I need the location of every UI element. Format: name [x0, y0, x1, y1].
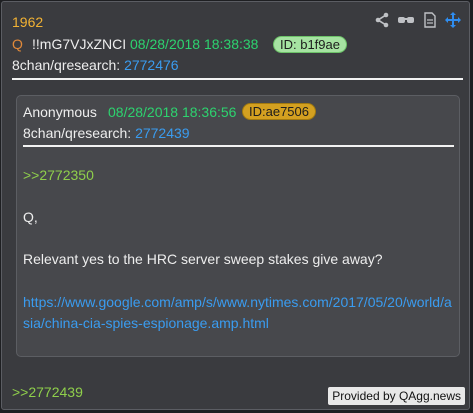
quoted-divider [23, 145, 454, 147]
quoted-text-line: Relevant yes to the HRC server sweep sta… [23, 251, 383, 267]
post-card: 1962 Q !!mG7VJxZNCI 08/28/2018 18:38:38 … [1, 1, 470, 410]
quoted-post: Anonymous 08/28/2018 18:36:56 ID:ae7506 … [16, 95, 460, 357]
board-name: 8chan/qresearch: [12, 57, 121, 73]
quoted-reply-link[interactable]: >>2772350 [23, 167, 94, 183]
quoted-source: 8chan/qresearch: 2772439 [23, 125, 190, 141]
quoted-id-badge: ID:ae7506 [242, 103, 316, 120]
header-divider [12, 78, 463, 80]
post-source: 8chan/qresearch: 2772476 [12, 57, 179, 73]
post-number: 1962 [12, 14, 44, 30]
document-icon[interactable] [422, 12, 438, 28]
post-ref-link[interactable]: 2772476 [124, 57, 179, 73]
share-icon[interactable] [374, 12, 390, 28]
quoted-date: 08/28/2018 18:36:56 [108, 104, 237, 120]
post-header: !!mG7VJxZNCI 08/28/2018 18:38:38 [32, 36, 258, 52]
quoted-url-link[interactable]: https://www.google.com/amp/s/www.nytimes… [23, 292, 453, 334]
tripcode: !!mG7VJxZNCI [32, 36, 127, 52]
poster-id-badge: ID: b1f9ae [273, 36, 347, 53]
quoted-board-name: 8chan/qresearch: [23, 125, 132, 141]
q-marker: Q [12, 36, 23, 52]
post-date: 08/28/2018 18:38:38 [130, 36, 259, 52]
quoted-text-line: Q, [23, 209, 38, 225]
quoted-author: Anonymous [23, 104, 97, 120]
glasses-icon[interactable] [397, 12, 415, 28]
credit-label: Provided by QAgg.news [328, 387, 465, 405]
footer-reply-link[interactable]: >>2772439 [12, 384, 83, 400]
move-icon[interactable] [445, 12, 461, 28]
post-toolbar [374, 12, 461, 28]
quoted-post-ref-link[interactable]: 2772439 [135, 125, 190, 141]
